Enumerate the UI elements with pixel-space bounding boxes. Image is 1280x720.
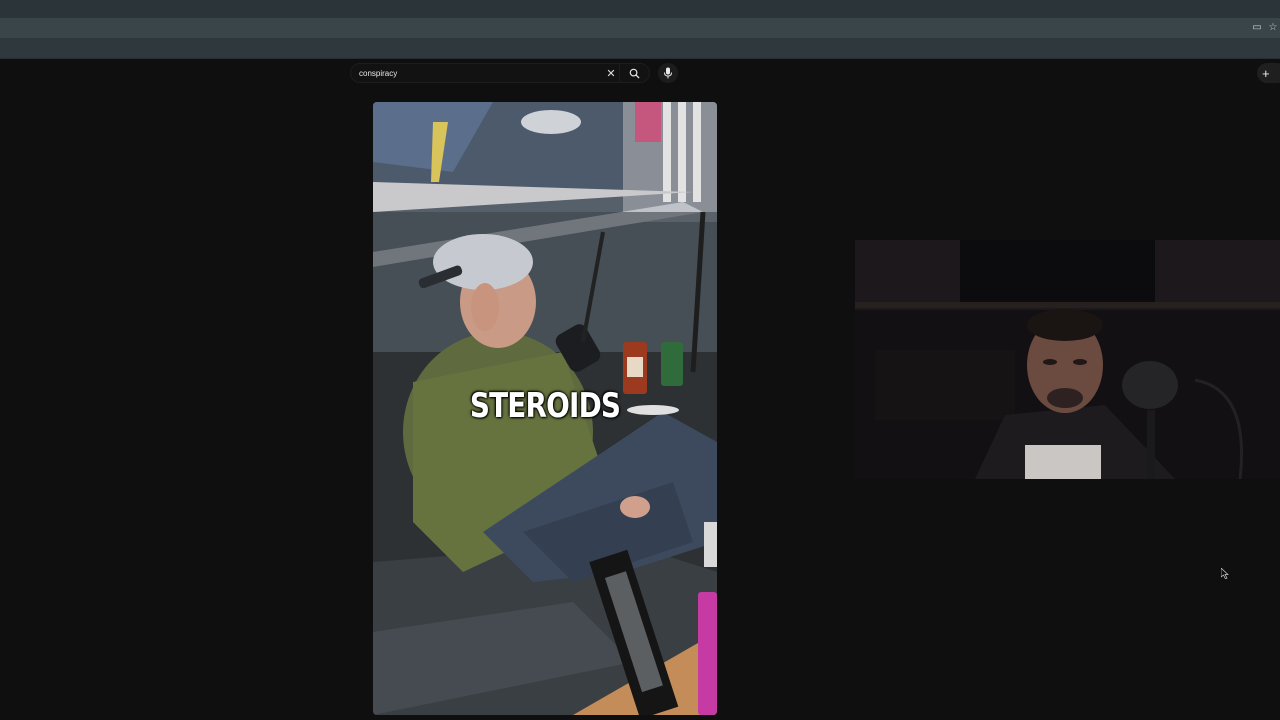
browser-toolbar: ▭ ☆ <box>0 18 1280 38</box>
create-button[interactable]: + <box>1257 63 1280 83</box>
close-icon: ✕ <box>606 67 616 80</box>
bookmark-bar <box>0 38 1280 59</box>
webcam-overlay <box>855 240 1280 479</box>
voice-search-button[interactable] <box>658 63 678 83</box>
browser-tab-strip <box>0 0 1280 18</box>
search-input[interactable] <box>351 64 603 82</box>
page-content: ✕ + <box>0 59 1280 720</box>
bookmark-star-icon[interactable]: ☆ <box>1267 22 1279 34</box>
cast-icon[interactable]: ▭ <box>1251 22 1263 34</box>
microphone-icon <box>664 67 672 79</box>
webcam-frame <box>855 240 1280 479</box>
search-box: ✕ <box>350 63 650 83</box>
search-button[interactable] <box>619 64 649 82</box>
search-icon <box>629 68 640 79</box>
video-caption: STEROIDS <box>469 386 621 426</box>
plus-icon: + <box>1262 65 1270 81</box>
clear-search-button[interactable]: ✕ <box>603 64 619 82</box>
short-video-player[interactable]: STEROIDS <box>373 102 717 715</box>
mouse-cursor-icon <box>1221 568 1229 579</box>
